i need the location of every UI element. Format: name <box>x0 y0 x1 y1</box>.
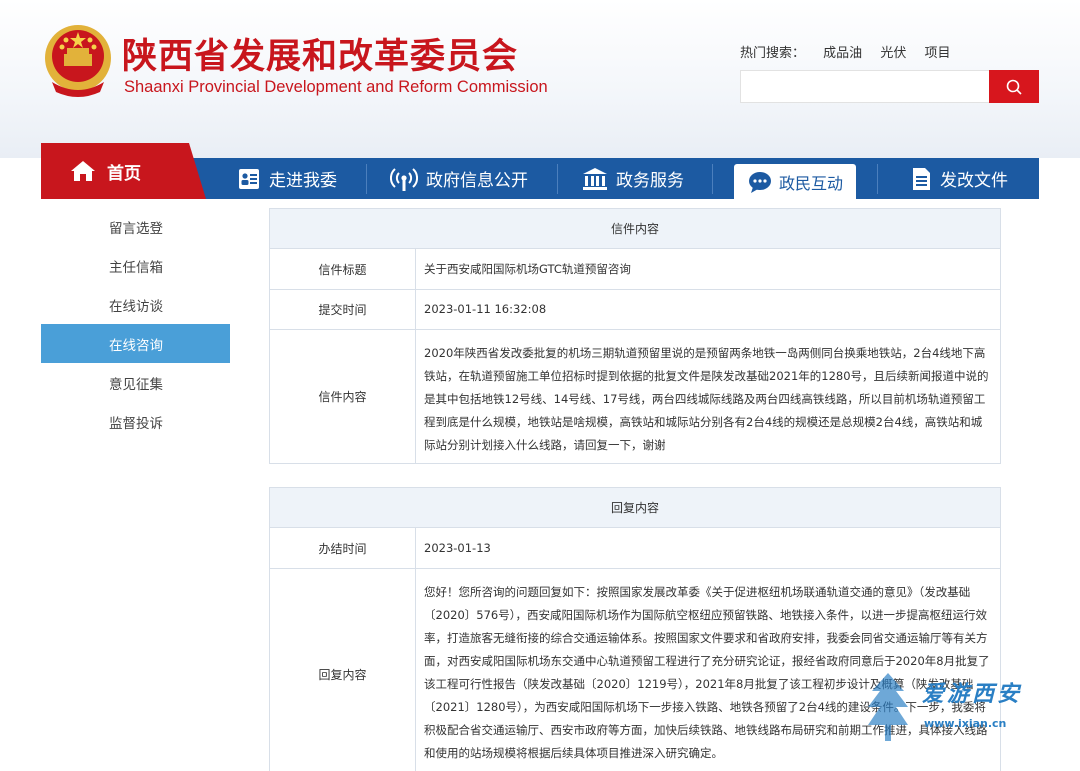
sidebar-item-online-consultation[interactable]: 在线咨询 <box>41 324 230 363</box>
nav-item-gov-services[interactable]: 政务服务 <box>582 158 684 199</box>
sidebar-item-opinion-solicitation[interactable]: 意见征集 <box>41 363 230 402</box>
letter-content-value: 2020年陕西省发改委批复的机场三期轨道预留里说的是预留两条地铁一岛两侧同台换乘… <box>424 346 989 452</box>
nav-item-label: 发改文件 <box>940 171 1008 191</box>
site-title[interactable]: 陕西省发展和改革委员会 <box>122 28 518 79</box>
hot-search-term-1[interactable]: 成品油 <box>823 46 862 61</box>
sidebar-item-online-interview[interactable]: 在线访谈 <box>41 285 230 324</box>
hot-search: 热门搜索： 成品油 光伏 项目 <box>740 42 964 61</box>
watermark-url: www.ixian.cn <box>924 717 1007 730</box>
search-button[interactable] <box>989 70 1039 103</box>
profile-card-icon <box>239 168 259 189</box>
sidebar-item-director-mailbox[interactable]: 主任信箱 <box>41 246 230 285</box>
nav-divider <box>366 164 367 194</box>
reply-panel-header: 回复内容 <box>270 488 1000 528</box>
table-row: 办结时间 2023-01-13 <box>270 528 1000 569</box>
reply-content-label: 回复内容 <box>270 569 416 771</box>
nav-divider <box>877 164 878 194</box>
nav-divider <box>712 164 713 194</box>
submit-time-value: 2023-01-11 16:32:08 <box>424 302 547 316</box>
nav-divider <box>557 164 558 194</box>
nav-home[interactable]: 首页 <box>41 143 206 199</box>
letter-title-label: 信件标题 <box>270 249 416 289</box>
nav-home-label: 首页 <box>107 163 141 184</box>
completion-date-value: 2023-01-13 <box>424 540 491 555</box>
document-icon <box>913 167 930 190</box>
watermark-text: 爱游西安 <box>922 682 1023 707</box>
search-icon <box>1006 79 1022 95</box>
broadcast-icon <box>390 167 418 191</box>
hot-search-label: 热门搜索： <box>740 46 806 61</box>
national-emblem-icon[interactable] <box>42 22 114 98</box>
sidebar-item-complaint[interactable]: 监督投诉 <box>41 402 230 441</box>
sidebar: 留言选登 主任信箱 在线访谈 在线咨询 意见征集 监督投诉 <box>41 207 230 441</box>
nav-item-label: 政府信息公开 <box>426 171 528 191</box>
site-title-english[interactable]: Shaanxi Provincial Development and Refor… <box>124 78 548 97</box>
nav-item-label: 政民互动 <box>778 173 843 193</box>
table-row: 信件标题 关于西安咸阳国际机场GTC轨道预留咨询 <box>270 249 1000 290</box>
hot-search-term-2[interactable]: 光伏 <box>880 46 906 61</box>
sidebar-item-selected-messages[interactable]: 留言选登 <box>41 207 230 246</box>
search-input[interactable] <box>740 70 990 103</box>
letter-title-value: 关于西安咸阳国际机场GTC轨道预留咨询 <box>424 261 631 276</box>
table-row: 提交时间 2023-01-11 16:32:08 <box>270 290 1000 330</box>
home-icon <box>71 161 95 181</box>
nav-item-info-disclosure[interactable]: 政府信息公开 <box>390 158 528 199</box>
letter-content-label: 信件内容 <box>270 330 416 463</box>
nav-item-documents[interactable]: 发改文件 <box>910 158 1008 199</box>
letter-panel-header: 信件内容 <box>270 209 1000 249</box>
hot-search-term-3[interactable]: 项目 <box>924 46 950 61</box>
table-row: 信件内容 2020年陕西省发改委批复的机场三期轨道预留里说的是预留两条地铁一岛两… <box>270 330 1000 463</box>
chat-bubble-icon <box>748 171 771 193</box>
nav-item-label: 走进我委 <box>269 171 337 191</box>
nav-item-about[interactable]: 走进我委 <box>237 158 337 199</box>
submit-time-label: 提交时间 <box>270 290 416 329</box>
completion-date-label: 办结时间 <box>270 528 416 568</box>
government-building-icon <box>583 167 607 190</box>
nav-item-public-interaction[interactable]: 政民互动 <box>734 164 856 199</box>
nav-item-label: 政务服务 <box>616 171 684 191</box>
letter-panel: 信件内容 信件标题 关于西安咸阳国际机场GTC轨道预留咨询 提交时间 2023-… <box>269 208 1001 464</box>
